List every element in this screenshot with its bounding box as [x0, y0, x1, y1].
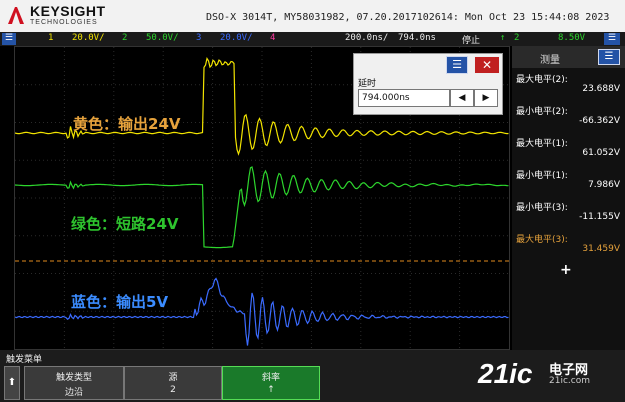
run-state[interactable]: 停止	[462, 33, 480, 46]
menu-icon[interactable]: ☰	[2, 33, 16, 45]
add-measurement-button[interactable]: +	[560, 262, 572, 278]
overlay-yellow: 黄色：输出24V	[73, 115, 181, 133]
measurement-value: 31.459V	[582, 244, 620, 254]
keysight-logo	[8, 7, 24, 24]
watermark-logo: 21ic	[478, 358, 533, 389]
measurement-value: 23.688V	[582, 84, 620, 94]
watermark-url: 21ic.com	[549, 376, 590, 386]
up-arrow-button[interactable]: ⬆	[4, 366, 20, 400]
delay-right-arrow[interactable]: ▶	[474, 89, 498, 107]
measurement-label: 最大电平(1):	[516, 139, 568, 149]
help-icon[interactable]: ☰	[604, 33, 620, 45]
measurements-title: 测量	[540, 55, 560, 66]
close-icon[interactable]: ✕	[474, 56, 500, 74]
trigger-channel[interactable]: 2	[514, 33, 519, 43]
overlay-green: 绿色：短路24V	[71, 215, 179, 233]
device-info: DSO-X 3014T, MY58031982, 07.20.201710261…	[206, 12, 610, 23]
source-softkey[interactable]: 源 2	[124, 366, 222, 400]
delay-left-arrow[interactable]: ◀	[450, 89, 474, 107]
ch3-number[interactable]: 3	[196, 33, 201, 43]
trigger-type-value: 边沿	[64, 388, 83, 398]
ch2-number[interactable]: 2	[122, 33, 127, 43]
measurement-value: 7.986V	[588, 180, 620, 190]
slope-softkey[interactable]: 斜率 ↑	[222, 366, 320, 400]
top-bar: KEYSIGHT TECHNOLOGIES DSO-X 3014T, MY580…	[0, 0, 625, 32]
source-label: 源	[168, 373, 178, 383]
brand-name: KEYSIGHT	[30, 3, 106, 19]
measurement-label: 最大电平(3):	[516, 235, 568, 245]
ch4-number[interactable]: 4	[270, 33, 275, 43]
slope-label: 斜率	[261, 373, 280, 383]
ch1-scale[interactable]: 20.0V/	[72, 33, 105, 43]
slope-value: ↑	[267, 385, 275, 395]
delay-input[interactable]: 794.000ns	[358, 89, 450, 107]
brand-sub: TECHNOLOGIES	[30, 19, 98, 26]
source-value: 2	[170, 385, 176, 395]
channel-bar: ☰ 1 20.0V/ 2 50.0V/ 3 20.0V/ 4 200.0ns/ …	[0, 32, 625, 46]
ch1-number[interactable]: 1	[48, 33, 53, 43]
menu-icon[interactable]: ☰	[446, 56, 468, 74]
menu-icon[interactable]: ☰	[598, 49, 620, 65]
delay-title: 延时	[358, 79, 377, 89]
measurements-header: 测量 ☰	[512, 46, 625, 68]
ch2-scale[interactable]: 50.0V/	[146, 33, 179, 43]
measurement-value: -11.155V	[579, 212, 620, 222]
delay-dialog: ☰ ✕ 延时 794.000ns ◀ ▶	[353, 53, 503, 115]
ch3-scale[interactable]: 20.0V/	[220, 33, 253, 43]
measurement-label: 最小电平(2):	[516, 107, 568, 117]
measurements-panel: 测量 ☰ 最大电平(2): 23.688V 最小电平(2): -66.362V 最大电平…	[512, 46, 625, 350]
delay-value[interactable]: 794.0ns	[398, 33, 436, 43]
measurement-label: 最大电平(2):	[516, 75, 568, 85]
measurement-label: 最小电平(3):	[516, 203, 568, 213]
trigger-level[interactable]: 8.50V	[558, 33, 585, 43]
trigger-type-label: 触发类型	[55, 373, 92, 383]
measurement-value: -66.362V	[579, 116, 620, 126]
measurement-value: 61.052V	[582, 148, 620, 158]
timebase[interactable]: 200.0ns/	[345, 33, 388, 43]
trigger-type-softkey[interactable]: 触发类型 边沿	[24, 366, 124, 400]
overlay-blue: 蓝色：输出5V	[71, 293, 169, 311]
trigger-edge-icon: ↑	[500, 33, 506, 43]
trigger-menu-title: 触发菜单	[6, 355, 43, 365]
measurement-label: 最小电平(1):	[516, 171, 568, 181]
